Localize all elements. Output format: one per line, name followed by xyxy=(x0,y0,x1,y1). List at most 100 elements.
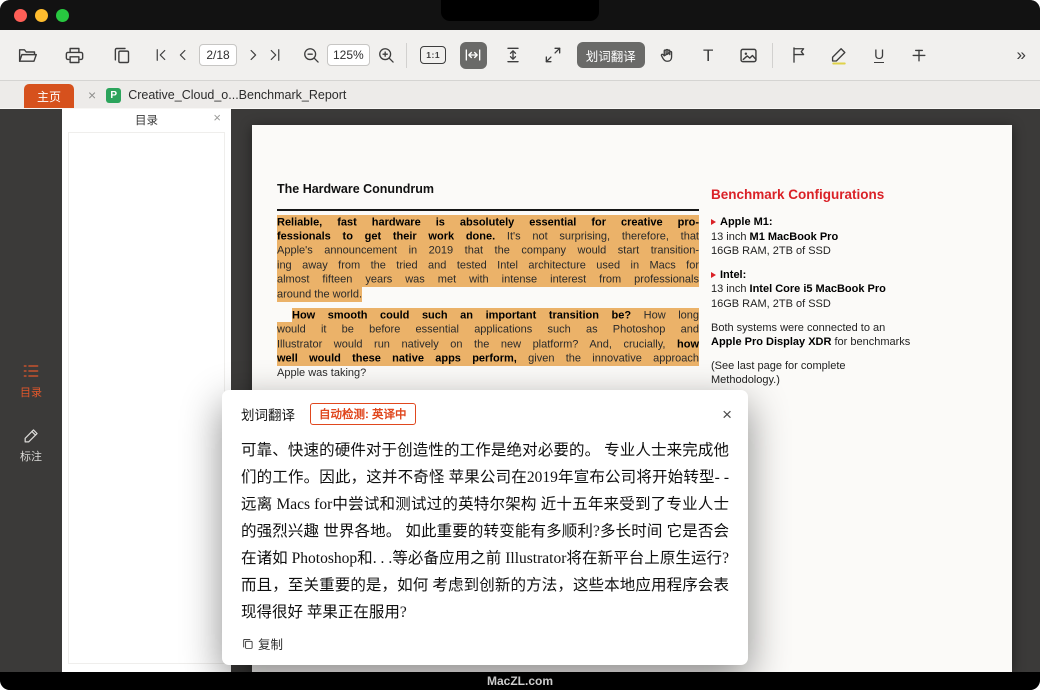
copy-translation-button[interactable]: 复制 xyxy=(241,634,283,653)
benchmark-line: 16GB RAM, 2TB of SSD xyxy=(711,244,987,259)
sidebar-content-empty[interactable] xyxy=(68,132,225,664)
text-tool-button[interactable]: T xyxy=(695,42,722,69)
sidebar-header: 目录 × xyxy=(62,109,231,130)
next-page-button[interactable] xyxy=(243,42,263,69)
translation-popup: 划词翻译 自动检测: 英译中 × 可靠、快速的硬件对于创造性的工作是绝对必要的。… xyxy=(222,390,748,665)
benchmark-line: Methodology.) xyxy=(711,373,987,388)
pdf-divider-rule xyxy=(277,209,699,211)
pdf-text-line: Apple was taking? xyxy=(277,366,699,380)
underline-icon: U xyxy=(874,47,884,63)
print-button[interactable] xyxy=(61,42,88,69)
toolbar: 2/18 125% 1:1 划词翻译 T xyxy=(0,30,1040,81)
pdf-text-line: Illustrator would run natively on the ne… xyxy=(277,337,699,351)
flag-icon xyxy=(789,45,809,65)
copy-label: 复制 xyxy=(258,634,283,653)
zoom-out-button[interactable] xyxy=(301,42,321,69)
popup-title: 划词翻译 xyxy=(241,404,295,424)
pdf-text-line: Reliable, fast hardware is absolutely es… xyxy=(277,215,699,229)
tab-home[interactable]: 主页 xyxy=(24,84,74,108)
translation-text: 可靠、快速的硬件对于创造性的工作是绝对必要的。 专业人士来完成他们的工作。因此，… xyxy=(241,437,729,626)
rail-toc-label: 目录 xyxy=(20,384,42,400)
image-tool-button[interactable] xyxy=(735,42,762,69)
chevron-left-icon xyxy=(174,46,192,64)
rail-item-toc[interactable]: 目录 xyxy=(0,361,62,400)
last-page-button[interactable] xyxy=(265,42,285,69)
first-page-button[interactable] xyxy=(151,42,171,69)
last-page-icon xyxy=(266,46,284,64)
app-window: 2/18 125% 1:1 划词翻译 T xyxy=(0,0,1040,690)
benchmark-line: Both systems were connected to an xyxy=(711,321,987,336)
minimize-window-button[interactable] xyxy=(35,9,48,22)
expand-arrows-icon xyxy=(543,45,563,65)
open-file-button[interactable] xyxy=(14,42,41,69)
zoom-window-button[interactable] xyxy=(56,9,69,22)
benchmark-line: 13 inch M1 MacBook Pro xyxy=(711,230,987,245)
more-tools-button[interactable]: » xyxy=(1017,45,1026,65)
close-window-button[interactable] xyxy=(14,9,27,22)
bullet-triangle-icon xyxy=(711,219,716,225)
benchmark-line: Intel: xyxy=(711,268,987,283)
popup-header: 划词翻译 自动检测: 英译中 × xyxy=(222,390,748,425)
bottom-bar: MacZL.com xyxy=(0,672,1040,690)
titlebar xyxy=(0,0,1040,30)
chevron-right-icon xyxy=(244,46,262,64)
tab-document[interactable]: Creative_Cloud_o...Benchmark_Report xyxy=(128,88,346,102)
pdf-text-line: would it be before essential application… xyxy=(277,323,699,337)
benchmark-heading: Benchmark Configurations xyxy=(711,187,987,202)
zoom-in-button[interactable] xyxy=(376,42,396,69)
benchmark-line: (See last page for complete xyxy=(711,359,987,374)
actual-size-icon: 1:1 xyxy=(420,46,446,64)
copy-page-button[interactable] xyxy=(108,42,135,69)
printer-icon xyxy=(64,45,85,66)
zoom-level-field[interactable]: 125% xyxy=(327,44,370,66)
fit-height-button[interactable] xyxy=(500,42,527,69)
copy-icon xyxy=(241,637,254,650)
zoom-out-icon xyxy=(301,45,321,65)
pdf-left-column: The Hardware Conundrum Reliable, fast ha… xyxy=(277,182,699,380)
language-detect-badge[interactable]: 自动检测: 英译中 xyxy=(310,403,416,425)
actual-size-button[interactable]: 1:1 xyxy=(420,42,447,69)
toolbar-divider xyxy=(772,43,773,68)
left-rail: 目录 标注 xyxy=(0,109,62,672)
previous-page-button[interactable] xyxy=(173,42,193,69)
fullscreen-button[interactable] xyxy=(540,42,567,69)
benchmark-line: 16GB RAM, 2TB of SSD xyxy=(711,297,987,312)
pdf-text-line: Apple's announcement in 2019 that the co… xyxy=(277,244,699,258)
sidebar-close-icon[interactable]: × xyxy=(213,111,221,124)
pdf-text-line: almost fifteen years was met with intens… xyxy=(277,273,699,287)
toolbar-divider xyxy=(406,43,407,68)
first-page-icon xyxy=(152,46,170,64)
fit-height-icon xyxy=(503,45,523,65)
pdf-section-heading: The Hardware Conundrum xyxy=(277,182,699,196)
word-translate-button[interactable]: 划词翻译 xyxy=(577,42,645,68)
pdf-text-line: How smooth could such an important trans… xyxy=(277,308,699,322)
popup-close-icon[interactable]: × xyxy=(722,406,732,423)
pdf-text-line: around the world. xyxy=(277,287,699,301)
hand-tool-button[interactable] xyxy=(655,42,682,69)
benchmark-line: 13 inch Intel Core i5 MacBook Pro xyxy=(711,282,987,297)
fit-width-button[interactable] xyxy=(460,42,487,69)
image-icon xyxy=(738,45,759,66)
traffic-lights xyxy=(14,9,69,22)
zoom-in-icon xyxy=(376,45,396,65)
underline-tool-button[interactable]: U xyxy=(866,42,893,69)
hand-icon xyxy=(658,45,678,65)
rail-item-annotate[interactable]: 标注 xyxy=(0,426,62,464)
highlighter-icon xyxy=(829,45,849,65)
bullet-triangle-icon xyxy=(711,272,716,278)
strikethrough-tool-button[interactable] xyxy=(906,42,933,69)
bookmark-flag-button[interactable] xyxy=(786,42,813,69)
pdf-text-line: well would these native apps perform, gi… xyxy=(277,352,699,366)
pdf-text-line: ing away from the tried and tested Intel… xyxy=(277,258,699,272)
highlight-tool-button[interactable] xyxy=(826,42,853,69)
pdf-text-line: fessionals to get their work done. It's … xyxy=(277,229,699,243)
pdf-paragraph-1[interactable]: Reliable, fast hardware is absolutely es… xyxy=(277,215,699,301)
tab-close-icon[interactable]: × xyxy=(88,88,96,102)
pdf-paragraph-2[interactable]: How smooth could such an important trans… xyxy=(277,308,699,380)
list-icon xyxy=(21,361,41,381)
page-indicator-field[interactable]: 2/18 xyxy=(199,44,237,66)
strikethrough-icon xyxy=(909,45,929,65)
pen-icon xyxy=(22,426,41,445)
copy-icon xyxy=(111,45,132,66)
watermark-text: MacZL.com xyxy=(487,674,553,688)
